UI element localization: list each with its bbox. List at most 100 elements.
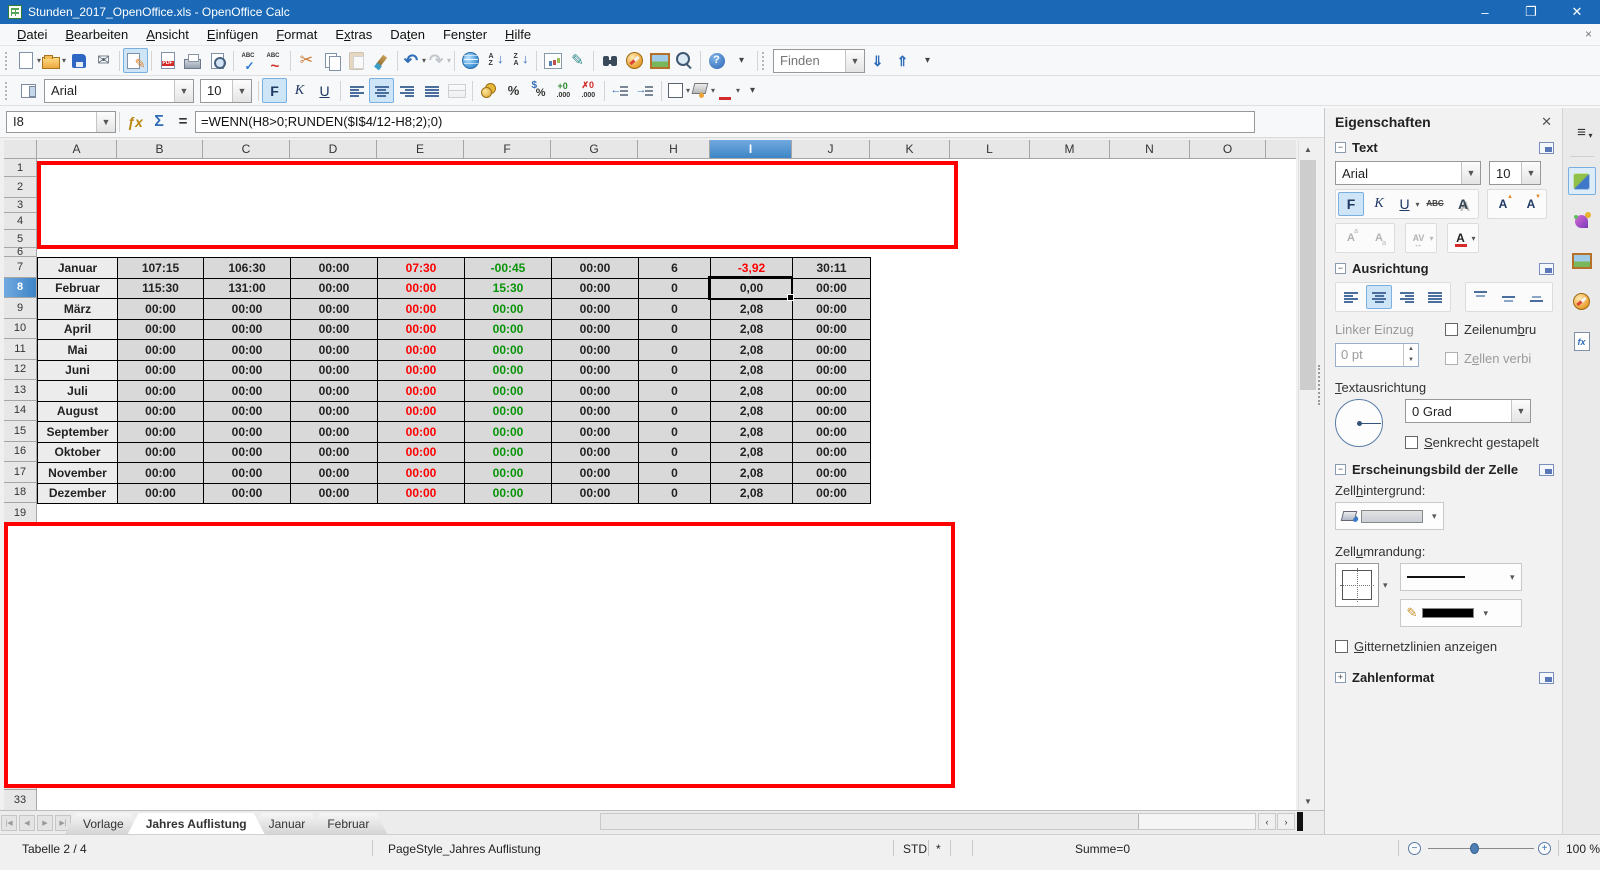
name-box[interactable]: I8 ▼ xyxy=(6,111,116,133)
cell-E16[interactable]: 00:00 xyxy=(378,443,465,464)
menu-item-extras[interactable]: Extras xyxy=(326,25,381,44)
cell-J7[interactable]: 30:11 xyxy=(793,258,871,279)
border-picker[interactable] xyxy=(1335,563,1379,607)
cell-J14[interactable]: 00:00 xyxy=(793,402,871,423)
dialog-launcher-icon[interactable] xyxy=(1539,142,1554,154)
spin-down-icon[interactable]: ▼ xyxy=(1404,355,1418,366)
borders-button[interactable]: ▾ xyxy=(665,78,690,103)
align-justify-button[interactable] xyxy=(1422,285,1448,309)
select-all-corner[interactable] xyxy=(4,140,37,159)
row-header-11[interactable]: 11 xyxy=(4,339,37,360)
styles-tab-button[interactable] xyxy=(1568,207,1596,235)
chevron-down-icon[interactable]: ▼ xyxy=(1511,400,1530,422)
sheet-nav-first-icon[interactable]: |◀ xyxy=(1,815,17,831)
cell-F13[interactable]: 00:00 xyxy=(465,381,552,402)
spin-up-icon[interactable]: ▲ xyxy=(1404,344,1418,355)
sort-descending-button[interactable] xyxy=(508,48,533,73)
row-header-19[interactable]: 19 xyxy=(4,503,37,524)
row-header-10[interactable]: 10 xyxy=(4,319,37,340)
undo-button[interactable]: ▾ xyxy=(401,48,426,73)
cell-D11[interactable]: 00:00 xyxy=(291,340,378,361)
menu-item-daten[interactable]: Daten xyxy=(381,25,434,44)
row-header-6[interactable]: 6 xyxy=(4,248,37,257)
cell-C18[interactable]: 00:00 xyxy=(204,484,291,505)
text-orientation-dial[interactable] xyxy=(1335,399,1383,447)
cell-G11[interactable]: 00:00 xyxy=(552,340,639,361)
cell-D8[interactable]: 00:00 xyxy=(291,279,378,300)
character-spacing-button[interactable]: AV▾ xyxy=(1408,226,1434,250)
row-header-1[interactable]: 1 xyxy=(4,159,37,177)
cell-E8[interactable]: 00:00 xyxy=(378,279,465,300)
menu-item-einfügen[interactable]: Einfügen xyxy=(198,25,267,44)
cell-A9[interactable]: März xyxy=(38,299,118,320)
cell-E17[interactable]: 00:00 xyxy=(378,463,465,484)
cell-E14[interactable]: 00:00 xyxy=(378,402,465,423)
column-header-C[interactable]: C xyxy=(203,140,290,159)
spellcheck-button[interactable] xyxy=(237,48,262,73)
cell-I12[interactable]: 2,08 xyxy=(711,361,793,382)
sheet-tab-jahres-auflistung[interactable]: Jahres Auflistung xyxy=(128,813,265,834)
bold-button[interactable]: F xyxy=(262,78,287,103)
cell-I11[interactable]: 2,08 xyxy=(711,340,793,361)
find-input[interactable] xyxy=(774,53,845,68)
auto-spellcheck-button[interactable] xyxy=(262,48,287,73)
cell-I10[interactable]: 2,08 xyxy=(711,320,793,341)
gallery-button[interactable] xyxy=(647,48,672,73)
restore-button[interactable]: ❐ xyxy=(1508,0,1554,24)
menu-item-bearbeiten[interactable]: Bearbeiten xyxy=(56,25,137,44)
selection-sum[interactable]: Summe=0 xyxy=(1075,842,1130,856)
menu-item-format[interactable]: Format xyxy=(267,25,326,44)
cell-A13[interactable]: Juli xyxy=(38,381,118,402)
formula-button[interactable]: = xyxy=(171,110,195,134)
cell-D14[interactable]: 00:00 xyxy=(291,402,378,423)
cell-C8[interactable]: 131:00 xyxy=(204,279,291,300)
cell-A10[interactable]: April xyxy=(38,320,118,341)
cut-button[interactable] xyxy=(294,48,319,73)
cell-J17[interactable]: 00:00 xyxy=(793,463,871,484)
red-rectangle-bottom[interactable] xyxy=(4,522,955,788)
merge-cells-button[interactable] xyxy=(444,78,469,103)
column-header-A[interactable]: A xyxy=(37,140,117,159)
cell-A17[interactable]: November xyxy=(38,463,118,484)
shrink-font-button[interactable]: A xyxy=(1518,192,1544,216)
row-header-17[interactable]: 17 xyxy=(4,462,37,483)
sidebar-font-name-combo[interactable]: Arial ▼ xyxy=(1335,161,1481,185)
window-split-handle[interactable] xyxy=(1297,812,1303,831)
font-size-combo[interactable]: 10▼ xyxy=(200,79,252,103)
row-header-3[interactable]: 3 xyxy=(4,198,37,213)
cell-G18[interactable]: 00:00 xyxy=(552,484,639,505)
merge-cells-checkbox[interactable] xyxy=(1445,352,1458,365)
column-header-G[interactable]: G xyxy=(551,140,638,159)
navigator-button[interactable] xyxy=(1568,287,1596,315)
menu-item-ansicht[interactable]: Ansicht xyxy=(137,25,198,44)
grow-font-button[interactable]: A xyxy=(1490,192,1516,216)
valign-top-button[interactable] xyxy=(1468,285,1494,309)
row-header-12[interactable]: 12 xyxy=(4,360,37,381)
cell-B11[interactable]: 00:00 xyxy=(118,340,204,361)
chevron-down-icon[interactable]: ▾ xyxy=(1483,608,1488,619)
decrease-indent-button[interactable] xyxy=(608,78,633,103)
row-header-9[interactable]: 9 xyxy=(4,298,37,319)
cell-F17[interactable]: 00:00 xyxy=(465,463,552,484)
cell-I14[interactable]: 2,08 xyxy=(711,402,793,423)
cell-D10[interactable]: 00:00 xyxy=(291,320,378,341)
cell-G17[interactable]: 00:00 xyxy=(552,463,639,484)
column-header-M[interactable]: M xyxy=(1030,140,1110,159)
draw-functions-button[interactable] xyxy=(565,48,590,73)
cell-D17[interactable]: 00:00 xyxy=(291,463,378,484)
shadow-button[interactable]: A xyxy=(1450,192,1476,216)
cell-A8[interactable]: Februar xyxy=(38,279,118,300)
find-combo[interactable]: ▼ xyxy=(773,49,865,73)
cell-I13[interactable]: 2,08 xyxy=(711,381,793,402)
cell-F12[interactable]: 00:00 xyxy=(465,361,552,382)
cell-H14[interactable]: 0 xyxy=(639,402,711,423)
chevron-down-icon[interactable]: ▾ xyxy=(447,56,451,65)
cell-D9[interactable]: 00:00 xyxy=(291,299,378,320)
cell-D16[interactable]: 00:00 xyxy=(291,443,378,464)
bold-button[interactable]: F xyxy=(1338,192,1364,216)
cell-H7[interactable]: 6 xyxy=(639,258,711,279)
cell-G12[interactable]: 00:00 xyxy=(552,361,639,382)
paste-button[interactable] xyxy=(344,48,369,73)
chevron-down-icon[interactable]: ▾ xyxy=(1432,511,1437,522)
cell-H13[interactable]: 0 xyxy=(639,381,711,402)
